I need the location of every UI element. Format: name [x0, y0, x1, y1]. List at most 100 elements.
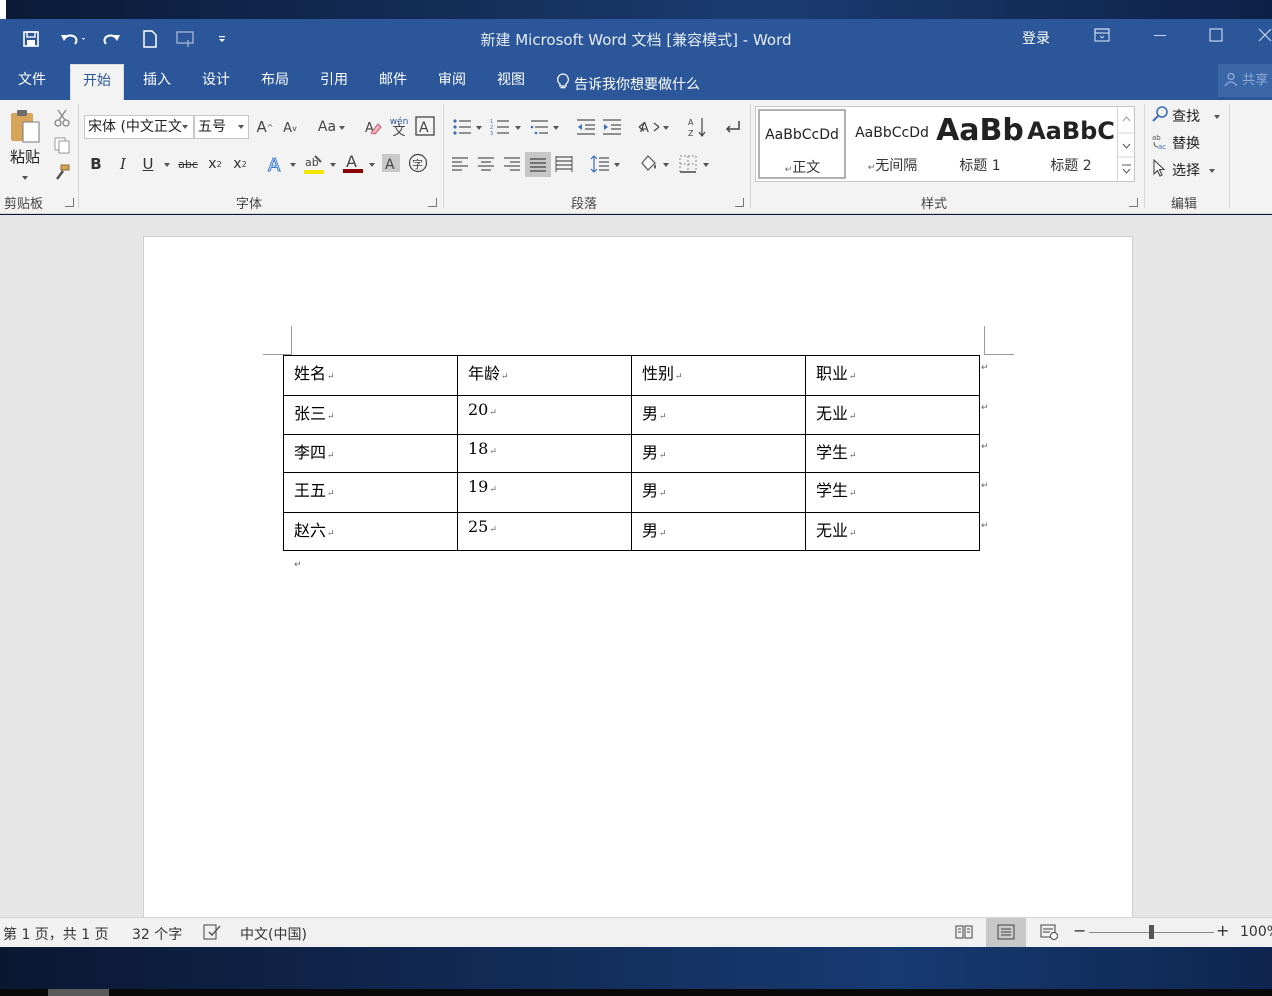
sort-icon[interactable]: AZ	[685, 115, 709, 139]
numbering-icon[interactable]: 123	[488, 116, 512, 138]
cut-icon[interactable]	[51, 108, 73, 128]
format-painter-icon[interactable]	[51, 162, 73, 182]
styles-gallery-scroll[interactable]	[1117, 107, 1135, 181]
zoom-slider-thumb[interactable]	[1149, 925, 1154, 939]
bold-icon[interactable]: B	[86, 153, 106, 175]
table-cell[interactable]: 男↵	[631, 472, 806, 513]
table-cell[interactable]: 19↵	[457, 472, 632, 513]
character-shading-icon[interactable]: A	[380, 152, 402, 174]
zoom-level[interactable]: 100%	[1240, 924, 1272, 940]
style-normal[interactable]: AaBbCcDd ↵正文	[758, 109, 846, 179]
line-spacing-icon[interactable]	[588, 153, 612, 175]
align-center-icon[interactable]	[475, 153, 497, 175]
table-cell[interactable]: 男↵	[631, 395, 806, 435]
word-count[interactable]: 32 个字	[132, 924, 182, 944]
enclose-characters-icon[interactable]: 字	[407, 152, 429, 174]
text-effects-icon[interactable]: A	[265, 152, 287, 176]
zoom-in-icon[interactable]: +	[1216, 921, 1229, 940]
document-page[interactable]: 姓名↵ 年龄↵ 性别↵ 职业↵ 张三↵ 20↵ 男↵ 无业↵ 李四↵ 18↵ 男↵ 学生↵ 王五↵ 19↵…	[143, 236, 1133, 936]
phonetic-guide-button[interactable]: wén 文	[388, 114, 410, 140]
distributed-icon[interactable]	[553, 153, 575, 175]
style-no-spacing[interactable]: AaBbCcDd ↵无间隔	[848, 109, 936, 179]
paste-icon[interactable]	[6, 108, 44, 144]
minimize-icon[interactable]	[1146, 28, 1174, 50]
change-case-button[interactable]: Aa	[314, 116, 340, 138]
language[interactable]: 中文(中国)	[240, 924, 307, 944]
paragraph-launcher-icon[interactable]	[735, 198, 744, 207]
tab-view[interactable]: 视图	[495, 70, 527, 100]
font-size-value: 五号	[198, 119, 226, 135]
print-layout-button[interactable]	[986, 918, 1026, 947]
page-info[interactable]: 第 1 页，共 1 页	[3, 924, 109, 944]
superscript-icon[interactable]: x2	[230, 153, 250, 175]
zoom-out-icon[interactable]: −	[1073, 921, 1086, 940]
web-layout-icon[interactable]	[1040, 924, 1058, 944]
table-cell[interactable]: 学生↵	[805, 472, 980, 513]
table-cell[interactable]: 无业↵	[805, 395, 980, 435]
table-cell[interactable]: 20↵	[457, 395, 632, 435]
table-cell[interactable]: 男↵	[631, 434, 806, 473]
tab-references[interactable]: 引用	[318, 70, 350, 100]
highlight-color-icon[interactable]: ab	[302, 152, 326, 176]
font-launcher-icon[interactable]	[428, 198, 437, 207]
font-color-icon[interactable]: A	[341, 151, 365, 175]
style-heading-1[interactable]: AaBb 标题 1	[936, 109, 1024, 179]
decrease-indent-icon[interactable]	[574, 116, 598, 138]
italic-icon[interactable]: I	[113, 153, 133, 175]
table-cell[interactable]: 男↵	[631, 512, 806, 551]
table-header-cell[interactable]: 姓名↵	[283, 355, 458, 396]
underline-icon[interactable]: U	[138, 153, 158, 175]
multilevel-list-icon[interactable]	[527, 116, 551, 138]
close-icon[interactable]	[1258, 28, 1272, 50]
borders-icon[interactable]	[676, 153, 700, 175]
tab-layout[interactable]: 布局	[259, 70, 291, 100]
shrink-font-icon[interactable]: Av	[280, 118, 300, 138]
row-end-mark: ↵	[981, 363, 989, 373]
style-heading-2[interactable]: AaBbC 标题 2	[1027, 109, 1115, 179]
table-cell[interactable]: 无业↵	[805, 512, 980, 551]
table-cell[interactable]: 李四↵	[283, 434, 458, 473]
replace-button[interactable]: ab ac 替换	[1152, 133, 1212, 153]
strikethrough-icon[interactable]: abc	[175, 153, 201, 175]
tab-mailings[interactable]: 邮件	[377, 70, 409, 100]
font-name-combo[interactable]: 宋体 (中文正文	[84, 115, 194, 139]
table-cell[interactable]: 张三↵	[283, 395, 458, 435]
bullets-icon[interactable]	[450, 116, 474, 138]
grow-font-icon[interactable]: A ^	[255, 116, 275, 138]
styles-launcher-icon[interactable]	[1129, 198, 1138, 207]
tab-home[interactable]: 开始	[70, 64, 124, 100]
select-button[interactable]: 选择	[1152, 158, 1217, 180]
clear-formatting-icon[interactable]: A	[362, 116, 384, 138]
table-header-cell[interactable]: 性别↵	[631, 355, 806, 396]
table-cell[interactable]: 赵六↵	[283, 512, 458, 551]
read-mode-icon[interactable]	[955, 924, 973, 944]
clipboard-launcher-icon[interactable]	[65, 198, 74, 207]
character-border-icon[interactable]: A	[414, 115, 436, 137]
maximize-icon[interactable]	[1202, 28, 1230, 50]
justify-icon[interactable]	[525, 152, 551, 177]
show-formatting-marks-icon[interactable]	[721, 115, 743, 139]
tell-me-search[interactable]: 告诉我你想要做什么	[554, 70, 702, 100]
copy-icon[interactable]	[51, 135, 73, 155]
tab-file[interactable]: 文件	[16, 70, 48, 100]
table-cell[interactable]: 王五↵	[283, 472, 458, 513]
proofing-icon[interactable]	[203, 924, 221, 944]
asian-layout-icon[interactable]: A	[637, 116, 661, 138]
subscript-icon[interactable]: x2	[205, 153, 225, 175]
increase-indent-icon[interactable]	[600, 116, 624, 138]
login-link[interactable]: 登录	[1022, 28, 1050, 48]
table-cell[interactable]: 18↵	[457, 434, 632, 473]
table-cell[interactable]: 学生↵	[805, 434, 980, 473]
align-left-icon[interactable]	[449, 153, 471, 175]
table-header-cell[interactable]: 年龄↵	[457, 355, 632, 396]
table-cell[interactable]: 25↵	[457, 512, 632, 551]
tab-design[interactable]: 设计	[200, 70, 232, 100]
paste-button[interactable]: 粘贴	[6, 146, 44, 166]
ribbon-display-options-icon[interactable]	[1088, 28, 1116, 50]
shading-icon[interactable]	[637, 152, 661, 176]
table-header-cell[interactable]: 职业↵	[805, 355, 980, 396]
align-right-icon[interactable]	[501, 153, 523, 175]
tab-insert[interactable]: 插入	[141, 70, 173, 100]
tab-review[interactable]: 审阅	[436, 70, 468, 100]
share-button[interactable]: 共享	[1218, 64, 1272, 97]
